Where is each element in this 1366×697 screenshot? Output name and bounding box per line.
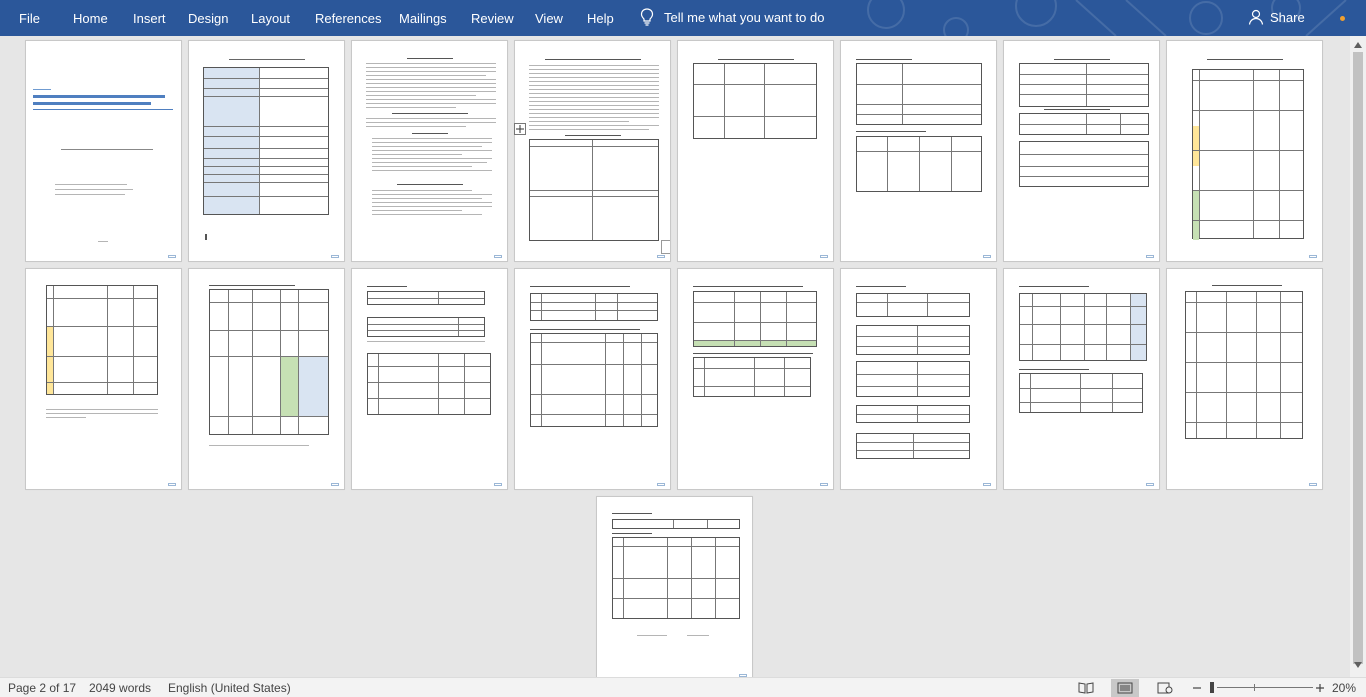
- page-thumbnail-1[interactable]: [25, 40, 182, 262]
- page-thumbnail-8[interactable]: [1166, 40, 1323, 262]
- zoom-center-tick: [1254, 684, 1255, 691]
- page-thumbnail-5[interactable]: [677, 40, 834, 262]
- status-bar: Page 2 of 17 2049 words English (United …: [0, 677, 1366, 697]
- table-move-handle-icon[interactable]: [514, 123, 526, 135]
- tab-mailings[interactable]: Mailings: [399, 11, 447, 26]
- page-thumbnail-11[interactable]: [351, 268, 508, 490]
- tab-insert[interactable]: Insert: [133, 11, 166, 26]
- zoom-slider-track[interactable]: [1217, 687, 1313, 688]
- zoom-in-icon[interactable]: [1315, 682, 1325, 694]
- zoom-out-icon[interactable]: [1192, 682, 1202, 694]
- page-thumbnail-7[interactable]: [1003, 40, 1160, 262]
- tab-home[interactable]: Home: [73, 11, 108, 26]
- document-canvas[interactable]: [0, 36, 1350, 677]
- print-layout-button[interactable]: [1111, 679, 1139, 697]
- web-layout-icon: [1157, 682, 1173, 694]
- lightbulb-icon: [640, 8, 654, 26]
- scroll-down-icon[interactable]: [1354, 662, 1362, 668]
- page-thumbnail-9[interactable]: [25, 268, 182, 490]
- page-thumbnail-17[interactable]: [596, 496, 753, 677]
- ribbon-tab-bar: File Home Insert Design Layout Reference…: [0, 0, 1366, 36]
- print-layout-icon: [1117, 682, 1133, 694]
- page-thumbnail-2[interactable]: [188, 40, 345, 262]
- read-mode-button[interactable]: [1072, 679, 1100, 697]
- person-icon: [1248, 9, 1264, 25]
- page-thumbnail-12[interactable]: [514, 268, 671, 490]
- tab-review[interactable]: Review: [471, 11, 514, 26]
- notification-dot: [1340, 16, 1345, 21]
- page-thumbnail-3[interactable]: [351, 40, 508, 262]
- page-thumbnail-13[interactable]: [677, 268, 834, 490]
- tab-file[interactable]: File: [19, 11, 40, 26]
- web-layout-button[interactable]: [1151, 679, 1179, 697]
- zoom-level[interactable]: 20%: [1332, 681, 1356, 695]
- zoom-slider-thumb[interactable]: [1210, 682, 1214, 693]
- vertical-scrollbar[interactable]: [1350, 36, 1366, 677]
- scrollbar-thumb[interactable]: [1353, 52, 1363, 664]
- book-icon: [1078, 682, 1094, 694]
- page-indicator[interactable]: Page 2 of 17: [8, 681, 76, 695]
- tell-me-label: Tell me what you want to do: [664, 9, 825, 25]
- tab-design[interactable]: Design: [188, 11, 228, 26]
- page-thumbnail-15[interactable]: [1003, 268, 1160, 490]
- page-thumbnail-16[interactable]: [1166, 268, 1323, 490]
- page-thumbnail-4[interactable]: [514, 40, 671, 262]
- tell-me-search[interactable]: Tell me what you want to do: [640, 8, 824, 26]
- tab-help[interactable]: Help: [587, 11, 614, 26]
- word-count[interactable]: 2049 words: [89, 681, 151, 695]
- share-button[interactable]: Share: [1248, 9, 1305, 25]
- scroll-up-icon[interactable]: [1354, 42, 1362, 48]
- tab-references[interactable]: References: [315, 11, 381, 26]
- tab-layout[interactable]: Layout: [251, 11, 290, 26]
- page-thumbnail-10[interactable]: [188, 268, 345, 490]
- page-thumbnail-14[interactable]: [840, 268, 997, 490]
- language-indicator[interactable]: English (United States): [168, 681, 291, 695]
- page-thumbnail-6[interactable]: [840, 40, 997, 262]
- share-label: Share: [1270, 9, 1305, 25]
- tab-view[interactable]: View: [535, 11, 563, 26]
